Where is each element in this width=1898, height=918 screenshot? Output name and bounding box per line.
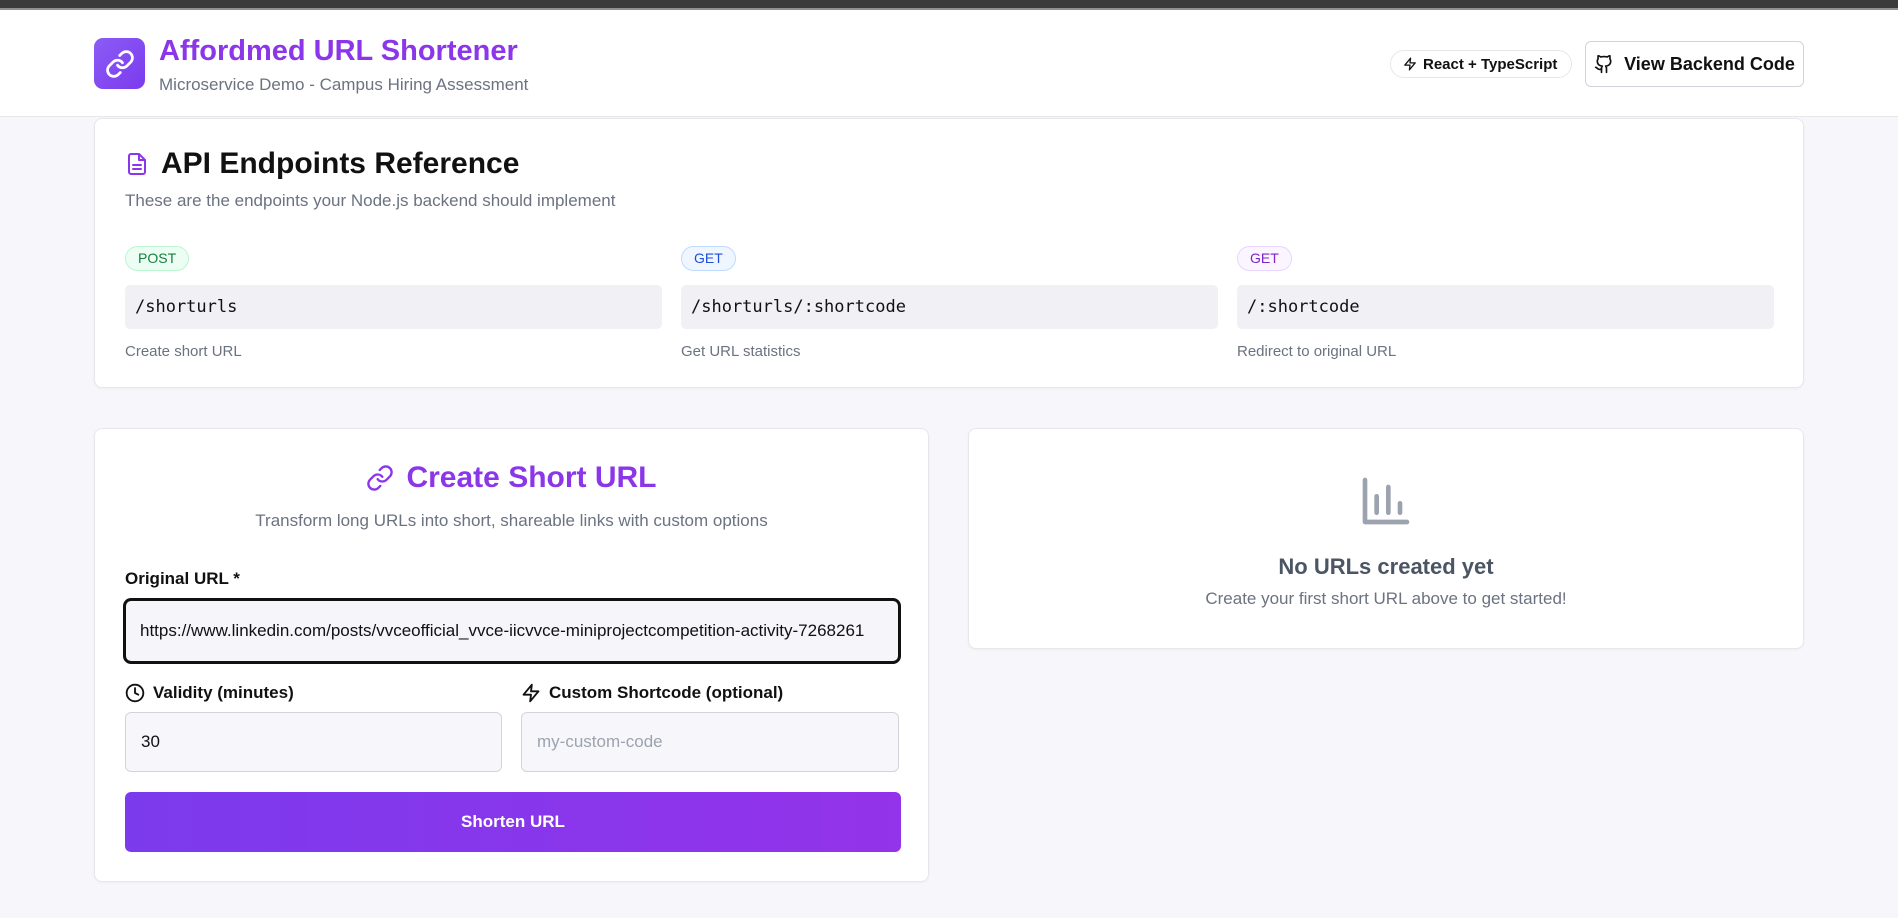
document-icon [128,153,146,175]
tech-badge-label: React + TypeScript [1423,55,1558,73]
endpoint-path: /shorturls/:shortcode [681,285,1218,329]
original-url-input[interactable] [123,598,901,664]
create-short-url-card: Create Short URL Transform long URLs int… [94,428,929,882]
validity-label-text: Validity (minutes) [153,683,294,702]
empty-state-description: Create your first short URL above to get… [1205,589,1567,608]
create-short-url-title: Create Short URL [406,461,657,494]
lightning-icon [1404,57,1416,71]
validity-input[interactable] [125,712,502,772]
github-icon [1594,54,1612,74]
endpoint-stats: GET /shorturls/:shortcode Get URL statis… [681,246,1218,360]
create-short-url-heading: Create Short URL [95,461,928,495]
endpoint-path: /shorturls [125,285,662,329]
urls-empty-state-card: No URLs created yet Create your first sh… [968,428,1804,649]
endpoint-description: Create short URL [125,343,242,360]
custom-shortcode-label-text: Custom Shortcode (optional) [549,683,784,702]
method-badge: GET [1237,246,1292,271]
link-icon [367,465,394,491]
browser-top-strip [0,0,1898,10]
endpoint-create: POST /shorturls Create short URL [125,246,662,360]
custom-shortcode-label: Custom Shortcode (optional) [521,683,783,703]
view-backend-code-label: View Backend Code [1624,53,1795,74]
empty-state-title: No URLs created yet [1278,554,1494,579]
endpoint-description: Redirect to original URL [1237,343,1397,360]
method-badge: POST [125,246,190,271]
api-endpoints-heading: API Endpoints Reference [125,147,519,181]
endpoint-redirect: GET /:shortcode Redirect to original URL [1237,246,1774,360]
bar-chart-icon [1362,477,1410,525]
method-badge: GET [681,246,736,271]
create-short-url-description: Transform long URLs into short, shareabl… [255,511,768,530]
link-icon [105,49,134,78]
app-header: Affordmed URL Shortener Microservice Dem… [0,10,1898,117]
tech-badge: React + TypeScript [1390,50,1573,78]
app-title: Affordmed URL Shortener [159,35,518,67]
api-endpoints-description: These are the endpoints your Node.js bac… [125,191,616,210]
validity-label: Validity (minutes) [125,683,294,703]
endpoint-path: /:shortcode [1237,285,1774,329]
shorten-url-button[interactable]: Shorten URL [125,792,901,852]
app-logo [94,38,145,89]
api-endpoints-card: API Endpoints Reference These are the en… [94,118,1804,388]
lightning-icon [522,683,540,703]
custom-shortcode-input[interactable] [521,712,899,772]
clock-icon [125,683,145,703]
app-subtitle: Microservice Demo - Campus Hiring Assess… [159,75,529,94]
original-url-label: Original URL * [125,569,240,588]
view-backend-code-button[interactable]: View Backend Code [1585,41,1804,87]
endpoint-description: Get URL statistics [681,343,801,360]
api-endpoints-title: API Endpoints Reference [161,147,520,180]
